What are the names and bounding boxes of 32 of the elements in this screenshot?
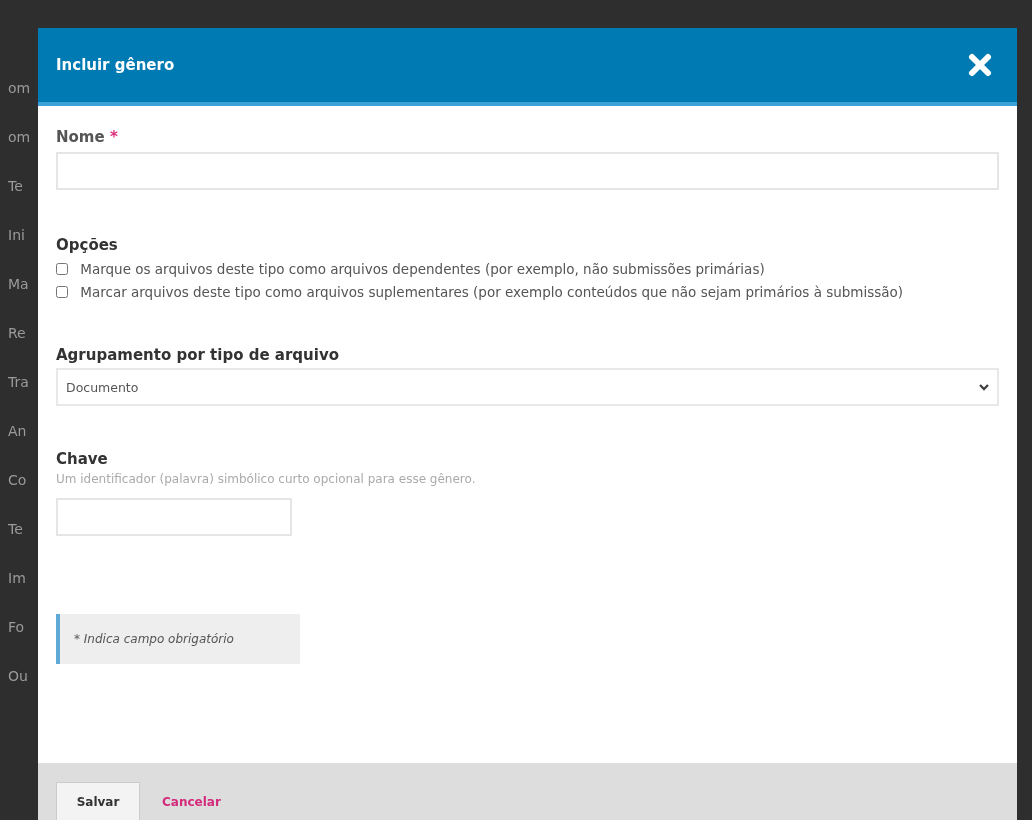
sidebar-item: Ou <box>8 668 29 686</box>
dropdown[interactable]: Documento <box>56 368 999 406</box>
sidebar-item: Fo <box>8 619 26 637</box>
sidebar-item: Ma <box>8 276 30 294</box>
field-label: Agrupamento por tipo de arquivo <box>56 346 340 364</box>
section-heading: Opções <box>56 236 119 254</box>
save-button[interactable]: Salvar <box>56 782 140 820</box>
sidebar-item: Tra <box>8 374 30 392</box>
sidebar-item: Im <box>8 570 27 588</box>
chevron-down-icon <box>979 383 989 391</box>
checkbox[interactable] <box>56 286 68 298</box>
close-icon[interactable] <box>967 52 993 78</box>
sidebar-item: om <box>8 80 32 98</box>
sidebar-item: Te <box>8 521 24 539</box>
sidebar-item: Re <box>8 325 27 343</box>
checkbox[interactable] <box>56 263 68 275</box>
sidebar-item: Ini <box>8 227 26 245</box>
sidebar-item: om <box>8 129 32 147</box>
required-mark: * <box>109 128 118 146</box>
name-field[interactable] <box>56 152 999 190</box>
sidebar-item: Te <box>8 178 24 196</box>
field-label: Nome <box>56 128 105 146</box>
key-field[interactable] <box>56 498 292 536</box>
checkbox-label: Marcar arquivos deste tipo como arquivos suplementares (por exemplo conteúdos que não sejam primários à submissão) <box>80 284 904 300</box>
sidebar-item: Co <box>8 472 28 490</box>
field-description: Um identificador (palavra) simbólico curto opcional para esse gênero. <box>56 472 477 486</box>
dialog-title: Incluir gênero <box>56 56 175 74</box>
field-label: Chave <box>56 450 109 468</box>
required-note: * Indica campo obrigatório <box>56 614 300 664</box>
sidebar-item: An <box>8 423 28 441</box>
checkbox-label: Marque os arquivos deste tipo como arquivos dependentes (por exemplo, não submissões primárias) <box>80 261 765 277</box>
cancel-link[interactable]: Cancelar <box>162 795 221 809</box>
